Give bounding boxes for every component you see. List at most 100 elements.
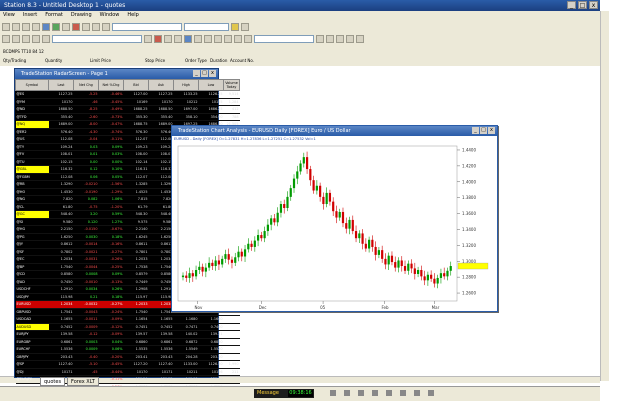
settings-icon[interactable] xyxy=(316,35,324,43)
table-row[interactable]: @SP 1127.40 -5.10 -0.45% 1127.20 1127.40 1133.… xyxy=(15,360,240,369)
close-all-icon[interactable] xyxy=(356,35,364,43)
zoom-out-icon[interactable] xyxy=(174,35,182,43)
scanner-icon[interactable] xyxy=(82,23,90,31)
radarscreen-titlebar[interactable]: TradeStation RadarScreen - Page 1 _ □ x xyxy=(15,69,218,79)
cell-chg: 0.082 xyxy=(73,195,99,204)
cell-bid: 0.7801 xyxy=(123,248,149,256)
options-icon[interactable] xyxy=(102,23,110,31)
interval-combo[interactable] xyxy=(184,23,229,31)
y-tick-label: 1.4200 xyxy=(462,163,476,168)
column-header[interactable]: Bid xyxy=(123,79,149,91)
buy-icon[interactable] xyxy=(144,35,152,43)
column-header[interactable]: Low xyxy=(198,79,224,91)
print-icon[interactable] xyxy=(32,23,40,31)
table-row[interactable]: USDCAD 1.1655 -0.0011 -0.09% 1.1654 1.1655 1.1… xyxy=(15,315,240,324)
tab-quotes[interactable]: quotes xyxy=(40,377,66,386)
menu-window[interactable]: Window xyxy=(100,11,120,20)
menu-view[interactable]: View xyxy=(3,11,15,20)
table-row[interactable]: AUDUSD 0.7452 -0.0009 -0.12% 0.7451 0.7452 0.7… xyxy=(15,323,240,331)
cell-last: 2.2150 xyxy=(48,225,74,234)
chart-icon[interactable] xyxy=(42,23,50,31)
eraser-icon[interactable] xyxy=(204,35,212,43)
cell-ask: 7.820 xyxy=(148,195,174,204)
tile-icon[interactable] xyxy=(336,35,344,43)
sell-icon[interactable] xyxy=(154,35,162,43)
candlestick-chart[interactable]: 1.4400 1.4200 1.4000 1.3800 1.3600 1.3400 1.32… xyxy=(172,126,497,311)
zoom-in-icon[interactable] xyxy=(164,35,172,43)
menu-drawing[interactable]: Drawing xyxy=(71,11,92,20)
menu-help[interactable]: Help xyxy=(127,11,138,20)
column-header[interactable]: Net Chg xyxy=(73,79,99,91)
order-bar: BCDMPS TT10 84 12 Qty/Trading Quantity L… xyxy=(0,48,600,66)
arrow-icon[interactable] xyxy=(224,35,232,43)
cell-ask: 1689.00 xyxy=(148,120,174,129)
crosshair-icon[interactable] xyxy=(184,35,192,43)
hline-icon[interactable] xyxy=(22,35,30,43)
table-row[interactable]: @ND 1688.50 -8.25 -0.49% 1688.25 1688.50 1697.… xyxy=(15,105,240,114)
table-row[interactable]: @ES 1127.25 -5.25 -0.46% 1127.00 1127.25 1133.… xyxy=(15,90,240,99)
column-header[interactable]: High xyxy=(173,79,199,91)
cell-last: 1.6250 xyxy=(48,233,74,241)
radarscreen-maximize-button[interactable]: □ xyxy=(201,70,208,77)
fib-icon[interactable] xyxy=(32,35,40,43)
table-row[interactable]: EURCHF 1.5536 0.0009 0.06% 1.5535 1.5536 1.554… xyxy=(15,345,240,354)
column-header[interactable]: Volume Today xyxy=(223,79,240,91)
grid-icon[interactable] xyxy=(241,23,249,31)
magnet-icon[interactable] xyxy=(194,35,202,43)
table-row[interactable]: @YM 10170 -46 -0.45% 10169 10170 10212 10155 1,2… xyxy=(15,98,240,106)
matrix-icon[interactable] xyxy=(62,23,70,31)
field-limit-price[interactable]: Limit Price xyxy=(90,58,111,63)
strategy-combo[interactable] xyxy=(254,35,314,43)
field-account-no[interactable]: Account No. xyxy=(230,58,254,63)
radarscreen-close-button[interactable]: x xyxy=(209,70,216,77)
field-quantity[interactable]: Quantity xyxy=(45,58,62,63)
radarscreen-minimize-button[interactable]: _ xyxy=(193,70,200,77)
table-row[interactable]: GBPJPY 203.43 -0.40 -0.20% 203.41 203.43 204.2… xyxy=(15,353,240,361)
cell-sym: GBPUSD xyxy=(15,308,49,316)
menu-insert[interactable]: Insert xyxy=(23,11,37,20)
menu-format[interactable]: Format xyxy=(45,11,63,20)
column-header[interactable]: Net %Chg xyxy=(98,79,124,91)
radar-icon[interactable] xyxy=(52,23,60,31)
close-button[interactable]: x xyxy=(589,1,598,9)
symbol-combo[interactable] xyxy=(112,23,182,31)
maximize-button[interactable]: □ xyxy=(578,1,587,9)
order-icon[interactable] xyxy=(72,23,80,31)
chart-window[interactable]: TradeStation Chart Analysis - EURUSD Dai… xyxy=(171,125,498,312)
column-header[interactable]: Last xyxy=(48,79,74,91)
table-row[interactable]: @DJ 10171 -45 -0.44% 10170 10171 10211 10156 211 xyxy=(15,368,240,376)
ellipse-icon[interactable] xyxy=(234,35,242,43)
save-icon[interactable] xyxy=(22,23,30,31)
field-order-type[interactable]: Order Type xyxy=(185,58,207,63)
open-icon[interactable] xyxy=(12,23,20,31)
field-qty-trading[interactable]: Qty/Trading xyxy=(3,58,26,63)
help-icon[interactable] xyxy=(326,35,334,43)
trendline-icon[interactable] xyxy=(12,35,20,43)
table-row[interactable]: EURGBP 0.6861 0.0003 0.04% 0.6860 0.6861 0.687… xyxy=(15,338,240,346)
table-row[interactable]: @TFD 355.40 -2.60 -0.73% 355.30 355.40 358.10 3… xyxy=(15,113,240,121)
news-icon[interactable] xyxy=(92,23,100,31)
alert-icon[interactable] xyxy=(231,23,239,31)
cell-pct: -0.45% xyxy=(98,98,124,106)
cascade-icon[interactable] xyxy=(346,35,354,43)
vertical-scrollbar[interactable] xyxy=(600,11,609,381)
cursor-icon[interactable] xyxy=(2,35,10,43)
field-stop-price[interactable]: Stop Price xyxy=(145,58,165,63)
column-header[interactable]: Ask xyxy=(148,79,174,91)
cell-bid: 1688.25 xyxy=(123,105,149,114)
rect-icon[interactable] xyxy=(244,35,252,43)
account-combo[interactable] xyxy=(52,35,142,43)
column-header[interactable]: Symbol xyxy=(15,79,49,91)
cell-last: 61.80 xyxy=(48,203,74,211)
cell-last: 139.58 xyxy=(48,330,74,339)
field-duration[interactable]: Duration xyxy=(210,58,227,63)
hand-icon[interactable] xyxy=(214,35,222,43)
minimize-button[interactable]: _ xyxy=(567,1,576,9)
text-icon[interactable] xyxy=(42,35,50,43)
table-row[interactable]: EURJPY 139.58 -0.12 -0.09% 139.57 139.58 140.0… xyxy=(15,330,240,339)
tab-forex-xlt[interactable]: Forex XLT xyxy=(67,377,99,386)
cell-ask: 1127.25 xyxy=(148,90,174,99)
cell-low: 139.30 xyxy=(198,375,224,384)
cell-bid: 116.31 xyxy=(123,165,149,174)
new-icon[interactable] xyxy=(2,23,10,31)
